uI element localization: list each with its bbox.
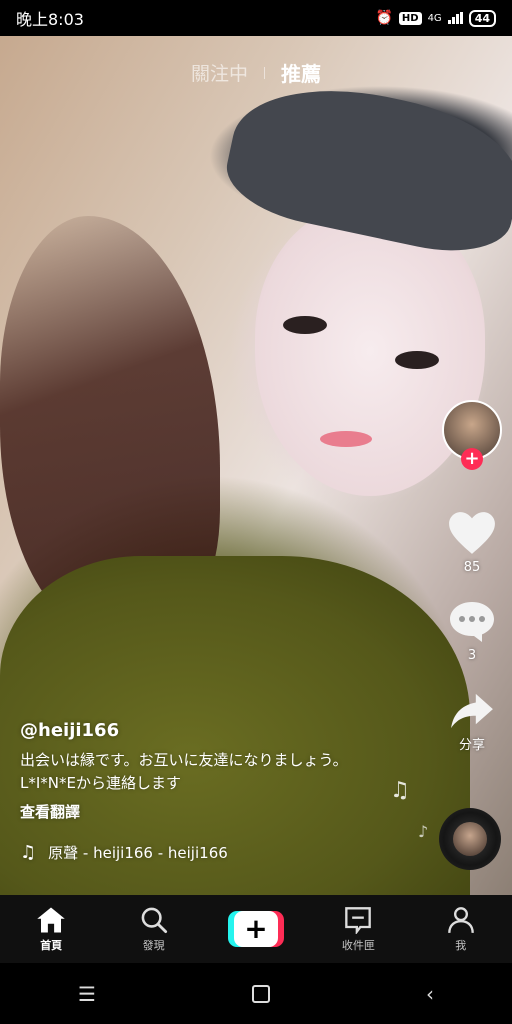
like-button[interactable]: 85 [440,510,504,575]
music-disc[interactable] [438,808,502,870]
share-label: 分享 [458,738,485,753]
nav-discover[interactable]: 發現 [114,906,194,953]
signal-icon [447,12,463,24]
nav-inbox[interactable]: 收件匣 [318,906,398,953]
battery-icon: 44 [468,9,496,27]
search-icon [141,907,167,933]
music-title[interactable]: 原聲 - heiji166 - heiji166 [48,842,228,863]
status-time: 晚上8:03 [16,10,84,29]
bottom-nav: 首頁 發現 + 收件匣 我 [0,895,512,963]
nav-create[interactable]: + [216,911,296,947]
video-eye-right [395,351,439,369]
tab-following[interactable]: 關注中 [191,59,248,86]
music-disc-image[interactable] [439,808,501,870]
status-bar: 晚上8:03 ⏰ HD 4G 44 [0,0,512,36]
nav-home-label: 首頁 [40,938,63,952]
like-count: 85 [463,560,481,575]
music-note-icon: ♫ [20,842,37,863]
hd-badge: HD [398,11,422,25]
person-icon [447,906,474,933]
status-icons: ⏰ HD 4G 44 [375,9,496,27]
feed-tabs: 關注中 推薦 [0,58,512,87]
share-button[interactable]: 分享 [440,692,504,753]
video-lips [320,431,372,447]
nav-discover-label: 發現 [142,938,165,952]
video-cap [218,67,512,265]
creator-handle[interactable]: @heiji166 [20,720,380,741]
video-eye-left [283,316,327,334]
inbox-icon [345,906,372,934]
network-label: 4G [427,12,442,24]
post-info: @heiji166 出会いは縁です。お互いに友達になりましょう。L*I*N*Eか… [20,720,380,863]
tab-divider [264,66,265,79]
share-icon[interactable] [449,692,495,730]
system-nav-bar: ☰ ‹ [0,963,512,1024]
tab-for-you[interactable]: 推薦 [281,58,321,87]
create-plus: + [233,911,278,947]
home-icon [37,907,65,932]
recents-menu-icon[interactable]: ☰ [78,982,96,1006]
home-square-icon[interactable] [251,984,270,1003]
music-disc-cover [453,822,487,856]
follow-plus-button[interactable]: + [461,448,483,470]
create-video-button[interactable]: + [227,911,284,947]
post-caption: 出会いは縁です。お互いに友達になりましょう。L*I*N*Eから連絡します [20,751,348,792]
nav-me-label: 我 [455,938,467,952]
music-note-icon: ♪ [418,822,429,841]
nav-inbox-label: 收件匣 [341,938,375,952]
back-chevron-icon[interactable]: ‹ [426,982,434,1006]
comment-count: 3 [467,648,477,663]
creator-avatar[interactable]: + [440,400,504,470]
comment-icon[interactable] [448,600,496,644]
heart-icon[interactable] [447,510,497,556]
music-row[interactable]: ♫ 原聲 - heiji166 - heiji166 [20,842,380,863]
nav-home[interactable]: 首頁 [11,906,91,953]
see-translation-link[interactable]: 查看翻譯 [20,801,380,822]
alarm-icon: ⏰ [375,10,393,26]
comment-button[interactable]: 3 [440,600,504,663]
nav-me[interactable]: 我 [421,906,501,953]
music-note-icon: ♫ [390,778,410,803]
